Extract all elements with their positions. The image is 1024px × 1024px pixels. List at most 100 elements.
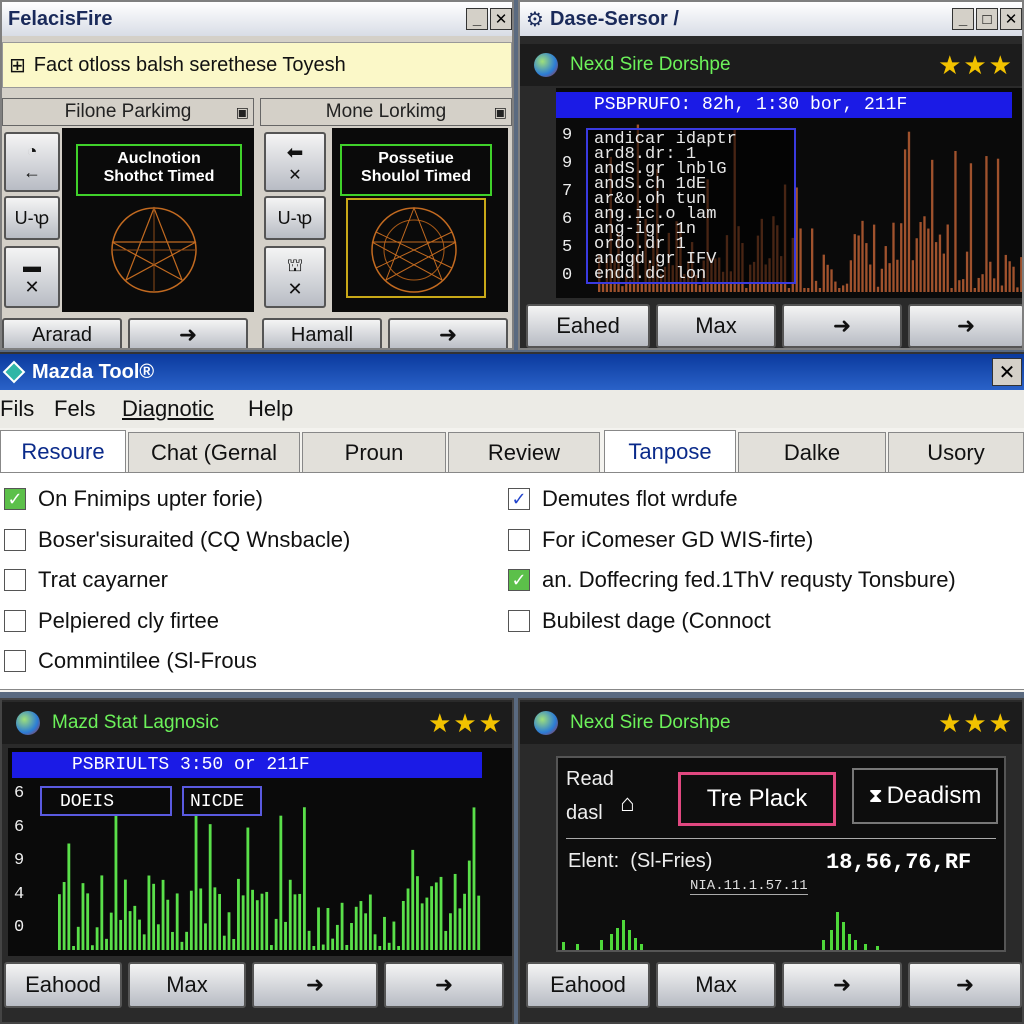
spectrum-bar: [601, 283, 605, 292]
checkbox-label[interactable]: Commintilee (Sl-Frous: [38, 648, 257, 674]
spectrum-bar: [900, 223, 903, 292]
menu-file[interactable]: Fils: [0, 396, 34, 422]
tre-plack-button[interactable]: Tre Plack: [678, 772, 836, 826]
grid-icon: ⊞: [9, 54, 26, 77]
next-button[interactable]: ➜: [782, 304, 902, 348]
forward-button[interactable]: ➜: [908, 304, 1022, 348]
forward-button[interactable]: ➜: [384, 962, 504, 1008]
spectrum-bar: [993, 278, 996, 292]
checkbox[interactable]: [4, 609, 26, 632]
close-icon[interactable]: ✕: [992, 358, 1022, 386]
checkbox-label[interactable]: Demutes flot wrdufe: [542, 486, 738, 512]
spectrum-bar: [872, 224, 876, 292]
spectrum-bar: [463, 893, 466, 950]
panel-subtitle: Nexd Sire Dorshpe: [570, 54, 731, 75]
checkbox-label[interactable]: Boser'sisuraited (CQ Wnsbacle): [38, 527, 350, 553]
spectrum-bar: [841, 285, 845, 292]
next-button[interactable]: ➜: [252, 962, 378, 1008]
spectrum-bar: [81, 883, 85, 950]
checkbox-label[interactable]: For iComeser GD WIS-firte): [542, 527, 813, 553]
checkbox[interactable]: ✓: [508, 569, 530, 591]
menu-close-button[interactable]: ▬ ✕: [4, 246, 60, 308]
spectrum-bar: [950, 288, 953, 292]
checkbox-label[interactable]: an. Doffecring fed.1ThV requsty Tonsbure…: [542, 567, 956, 593]
u-button[interactable]: U-ꝕ: [4, 196, 60, 240]
next-button[interactable]: ➜: [782, 962, 902, 1008]
checkbox[interactable]: ✓: [4, 488, 26, 510]
tab-resoure[interactable]: Resoure: [0, 430, 126, 472]
panel-icon[interactable]: ▣: [236, 104, 249, 121]
felacisfire-titlebar[interactable]: FelacisFire _ ✕: [2, 2, 512, 36]
deadism-button[interactable]: ⧗ Deadism: [852, 768, 998, 824]
spectrum-bar: [312, 946, 316, 950]
spectrum-bar: [279, 815, 283, 950]
u-button-right[interactable]: U-ꝕ: [264, 196, 326, 240]
user-button[interactable]: ◔ ←: [4, 132, 60, 192]
eahed-button[interactable]: Eahed: [526, 304, 650, 348]
back-button[interactable]: ⬅ ✕: [264, 132, 326, 192]
checkbox[interactable]: [4, 528, 26, 551]
checkbox[interactable]: [4, 569, 26, 591]
spectrum-bar: [270, 945, 273, 950]
checkbox-label[interactable]: Bubilest dage (Connoct: [542, 608, 771, 634]
spectrum-bar: [621, 286, 624, 292]
max-button[interactable]: Max: [656, 304, 776, 348]
hamall-button[interactable]: Hamall: [262, 318, 382, 348]
minimize-button[interactable]: _: [466, 8, 488, 30]
home-icon[interactable]: ⌂: [620, 790, 635, 818]
spectrum-bar: [260, 893, 264, 950]
spectrum-bar: [340, 902, 344, 950]
forward-button[interactable]: ➜: [908, 962, 1022, 1008]
tab-usory[interactable]: Usory: [888, 432, 1024, 472]
spectrum-bar: [838, 288, 841, 292]
tab-tanpose[interactable]: Tanpose: [604, 430, 736, 472]
checkbox[interactable]: [508, 609, 530, 632]
spectrum-bar: [803, 288, 806, 292]
close-icon[interactable]: ✕: [1000, 8, 1022, 30]
right-arrow-button[interactable]: ➜: [388, 318, 508, 348]
close-icon: ✕: [288, 166, 302, 184]
spectrum-bar: [100, 875, 104, 950]
left-arrow-button[interactable]: ➜: [128, 318, 248, 348]
spectrum-bar: [896, 259, 899, 292]
info-bar: ⊞ Fact otloss balsh serethese Toyesh: [2, 42, 512, 88]
tab-review[interactable]: Review: [448, 432, 600, 472]
max-button[interactable]: Max: [128, 962, 246, 1008]
menu-help[interactable]: Help: [248, 396, 293, 422]
panel-icon[interactable]: ▣: [494, 104, 507, 121]
spectrum-bar: [284, 921, 287, 950]
spectrum-bar: [985, 156, 988, 292]
panel-title: Nexd Sire Dorshpe: [570, 712, 731, 733]
eahood-button[interactable]: Eahood: [526, 962, 650, 1008]
spectrum-bar: [194, 807, 198, 950]
menu-diagnotic[interactable]: Diagnotic: [122, 396, 214, 422]
checkbox[interactable]: ✓: [508, 488, 530, 510]
checkbox[interactable]: [4, 650, 26, 672]
close-icon[interactable]: ✕: [490, 8, 512, 30]
checkbox-label[interactable]: On Fnimips upter forie): [38, 486, 263, 512]
maximize-button[interactable]: □: [976, 8, 998, 30]
spectrum-bar: [1012, 266, 1015, 292]
checkbox-label[interactable]: Trat cayarner: [38, 567, 168, 593]
code-line: endd.dc lon: [594, 265, 707, 284]
tab-proun[interactable]: Proun: [302, 432, 446, 472]
arrow-right-icon: ➜: [305, 972, 325, 997]
mazda-tool-titlebar[interactable]: Mazda Tool® ✕: [0, 354, 1024, 390]
spectrum-bar: [857, 235, 860, 292]
tab-dalke[interactable]: Dalke: [738, 432, 886, 472]
tab-chat[interactable]: Chat (Gernal: [128, 432, 300, 472]
spectrum-bar: [152, 883, 156, 950]
minimize-button[interactable]: _: [952, 8, 974, 30]
spectrum-bar: [818, 288, 822, 292]
spectrum-bar: [397, 946, 401, 950]
spectrum-bar: [392, 921, 396, 950]
checkbox[interactable]: [508, 528, 530, 551]
dase-sersor-titlebar[interactable]: ⚙ Dase-Sersor / _ □ ✕: [520, 2, 1022, 36]
eahood-button[interactable]: Eahood: [4, 962, 122, 1008]
max-button[interactable]: Max: [656, 962, 776, 1008]
spectrum-bar: [378, 946, 382, 950]
menu-fels[interactable]: Fels: [54, 396, 96, 422]
checkbox-label[interactable]: Pelpiered cly firtee: [38, 608, 219, 634]
car-button[interactable]: ⛫ ✕: [264, 246, 326, 308]
ararad-button[interactable]: Ararad: [2, 318, 122, 348]
